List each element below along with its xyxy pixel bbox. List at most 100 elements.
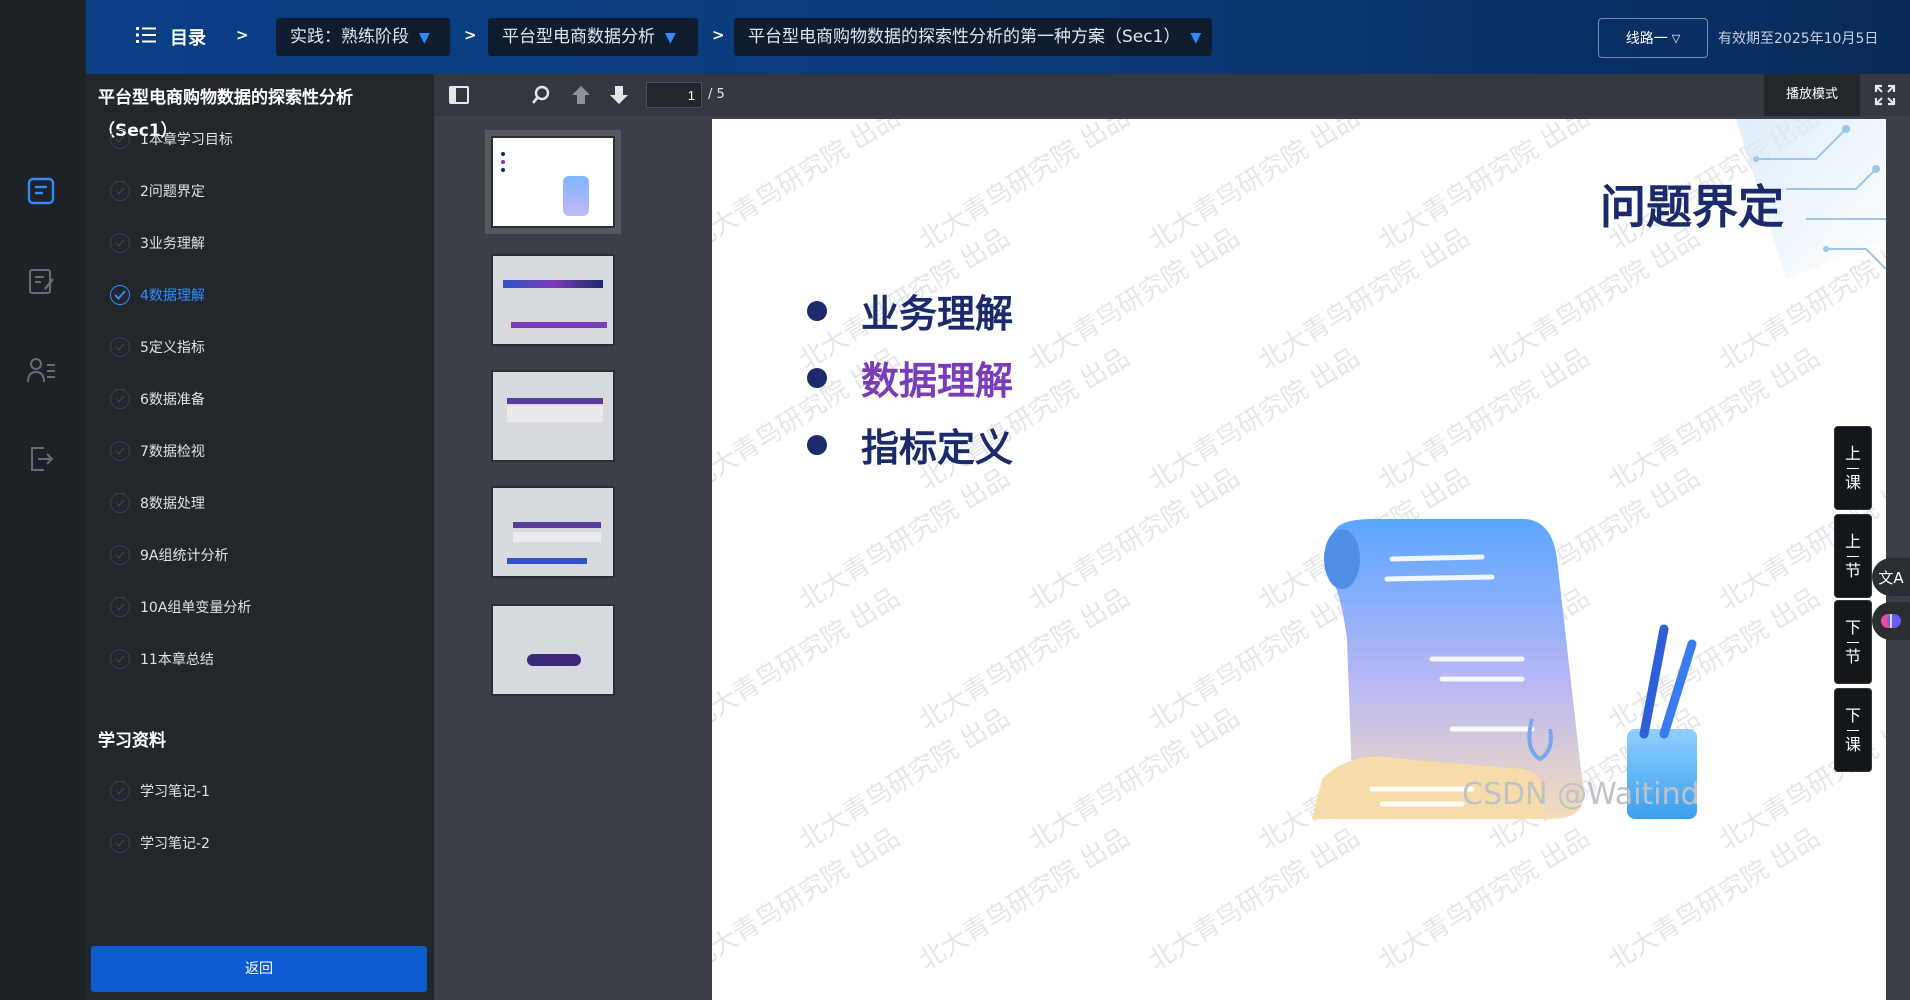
chapter-item[interactable]: 7数据检视: [110, 436, 205, 466]
nav-char: 节: [1844, 560, 1861, 580]
previous-section-button[interactable]: 上节: [1834, 514, 1872, 598]
page-total: / 5: [708, 87, 725, 102]
thumbnail-sidebar: [434, 116, 686, 1000]
watermark-text: 北大青鸟研究院 出品: [1023, 222, 1246, 377]
chapter-label: 3业务理解: [140, 236, 205, 252]
play-mode-button[interactable]: 播放模式: [1764, 74, 1860, 116]
crumb-stage-label: 实践：熟练阶段: [290, 27, 409, 47]
chapter-label: 2问题界定: [140, 184, 205, 200]
resources-title: 学习资料: [98, 731, 166, 751]
check-circle-icon: [110, 129, 130, 149]
chapter-label: 8数据处理: [140, 496, 205, 512]
chapter-panel: 平台型电商购物数据的探索性分析（Sec1） 1本章学习目标 2问题界定 3业务理解 4…: [86, 74, 434, 1000]
check-circle-icon: [110, 181, 130, 201]
thumbnail-page-4[interactable]: [491, 486, 615, 578]
edit-note-icon[interactable]: [22, 262, 60, 300]
next-lesson-button[interactable]: 下课: [1834, 688, 1872, 772]
breadcrumb-separator: >: [236, 26, 249, 44]
chapter-label: 9A组统计分析: [140, 548, 229, 564]
sidebar-toggle-icon[interactable]: [448, 84, 470, 106]
group-users-icon[interactable]: [22, 352, 60, 390]
watermark-text: 北大青鸟研究院 出品: [1253, 222, 1476, 377]
exit-icon[interactable]: [22, 440, 60, 478]
slide-bullet: 指标定义: [807, 417, 1013, 472]
resource-label: 学习笔记-2: [140, 836, 210, 852]
resource-item[interactable]: 学习笔记-2: [110, 828, 210, 858]
top-bar: 目录 > 实践：熟练阶段 ▼ > 平台型电商数据分析 ▼ > 平台型电商购物数据的探…: [86, 0, 1910, 74]
bullet-text: 数据理解: [861, 359, 1014, 403]
crumb-lesson-label: 平台型电商购物数据的探索性分析的第一种方案（Sec1）: [748, 27, 1181, 47]
thumbnail-page-1[interactable]: [485, 130, 621, 234]
watermark-text: 北大青鸟研究院 出品: [1023, 462, 1246, 617]
bullet-text: 业务理解: [861, 292, 1014, 336]
chapter-item[interactable]: 5定义指标: [110, 332, 205, 362]
watermark-text: 北大青鸟研究院 出品: [1143, 342, 1366, 497]
chapter-label: 7数据检视: [140, 444, 205, 460]
thumbnail-page-3[interactable]: [491, 370, 615, 462]
nav-char: 节: [1844, 646, 1861, 666]
previous-lesson-button[interactable]: 上课: [1834, 426, 1872, 510]
chapter-label: 5定义指标: [140, 340, 205, 356]
crumb-course[interactable]: 平台型电商数据分析 ▼: [488, 18, 698, 56]
route-select[interactable]: 线路一 ▽: [1598, 18, 1708, 58]
breadcrumb-separator: >: [712, 26, 725, 44]
thumbnail-page-5[interactable]: [491, 604, 615, 696]
search-icon[interactable]: [530, 84, 552, 110]
chapter-item[interactable]: 8数据处理: [110, 488, 205, 518]
nav-char: 上: [1844, 531, 1861, 551]
course-icon[interactable]: [22, 172, 60, 210]
resource-label: 学习笔记-1: [140, 784, 210, 800]
crumb-stage[interactable]: 实践：熟练阶段 ▼: [276, 18, 450, 56]
watermark-text: 北大青鸟研究院 出品: [1373, 119, 1596, 257]
chapter-label: 1本章学习目标: [140, 132, 233, 148]
resource-item[interactable]: 学习笔记-1: [110, 776, 210, 806]
nav-char: 上: [1844, 443, 1861, 463]
slide-page: 北大青鸟研究院 出品 北大青鸟研究院 出品 北大青鸟研究院 出品 北大青鸟研究院 出品…: [712, 119, 1886, 1000]
watermark-text: 北大青鸟研究院 出品: [1373, 342, 1596, 497]
previous-page-icon[interactable]: [570, 83, 592, 111]
icon-rail: [0, 0, 86, 1000]
menu-list-icon: [136, 26, 156, 48]
chapter-item[interactable]: 3业务理解: [110, 228, 205, 258]
chapter-item[interactable]: 9A组统计分析: [110, 540, 228, 570]
chevron-down-icon: ▽: [1671, 31, 1681, 45]
pdf-toolbar: / 5 播放模式: [434, 74, 1910, 116]
watermark-text: 北大青鸟研究院 出品: [712, 119, 906, 257]
fullscreen-icon[interactable]: [1874, 84, 1896, 110]
check-circle-icon: [110, 545, 130, 565]
dropdown-triangle-icon: ▼: [1190, 30, 1202, 46]
watermark-text: 北大青鸟研究院 出品: [1023, 702, 1246, 857]
nav-char: 课: [1844, 472, 1861, 492]
next-section-button[interactable]: 下节: [1834, 600, 1872, 684]
check-circle-icon: [110, 781, 130, 801]
watermark-text: 北大青鸟研究院 出品: [793, 702, 1016, 857]
back-button[interactable]: 返回: [91, 946, 427, 992]
chapter-item[interactable]: 10A组单变量分析: [110, 592, 251, 622]
chapter-item[interactable]: 6数据准备: [110, 384, 205, 414]
check-circle-icon: [110, 649, 130, 669]
chapter-item[interactable]: 1本章学习目标: [110, 124, 233, 154]
check-circle-icon: [110, 233, 130, 253]
chapter-item[interactable]: 2问题界定: [110, 176, 205, 206]
ai-brain-icon[interactable]: [1872, 602, 1910, 640]
page-number-input[interactable]: [646, 82, 702, 108]
bullet-text: 指标定义: [861, 426, 1014, 470]
thumbnail-page-2[interactable]: [491, 254, 615, 346]
chapter-label: 10A组单变量分析: [140, 600, 252, 616]
check-circle-icon: [110, 833, 130, 853]
nav-char: 课: [1844, 734, 1861, 754]
check-circle-icon: [110, 441, 130, 461]
check-circle-icon: [110, 493, 130, 513]
chapter-item[interactable]: 11本章总结: [110, 644, 214, 674]
next-page-icon[interactable]: [608, 83, 630, 111]
toc-button[interactable]: 目录: [136, 22, 206, 52]
watermark-text: 北大青鸟研究院 出品: [1143, 119, 1366, 257]
toc-label: 目录: [170, 28, 206, 49]
translate-icon[interactable]: 文A: [1872, 558, 1910, 596]
breadcrumb-separator: >: [464, 26, 477, 44]
chapter-item[interactable]: 4数据理解: [110, 280, 205, 310]
nav-char: 下: [1844, 705, 1861, 725]
crumb-lesson[interactable]: 平台型电商购物数据的探索性分析的第一种方案（Sec1） ▼: [734, 18, 1212, 56]
slide-title: 问题界定: [1600, 180, 1784, 234]
watermark-text: 北大青鸟研究院 出品: [1603, 342, 1826, 497]
